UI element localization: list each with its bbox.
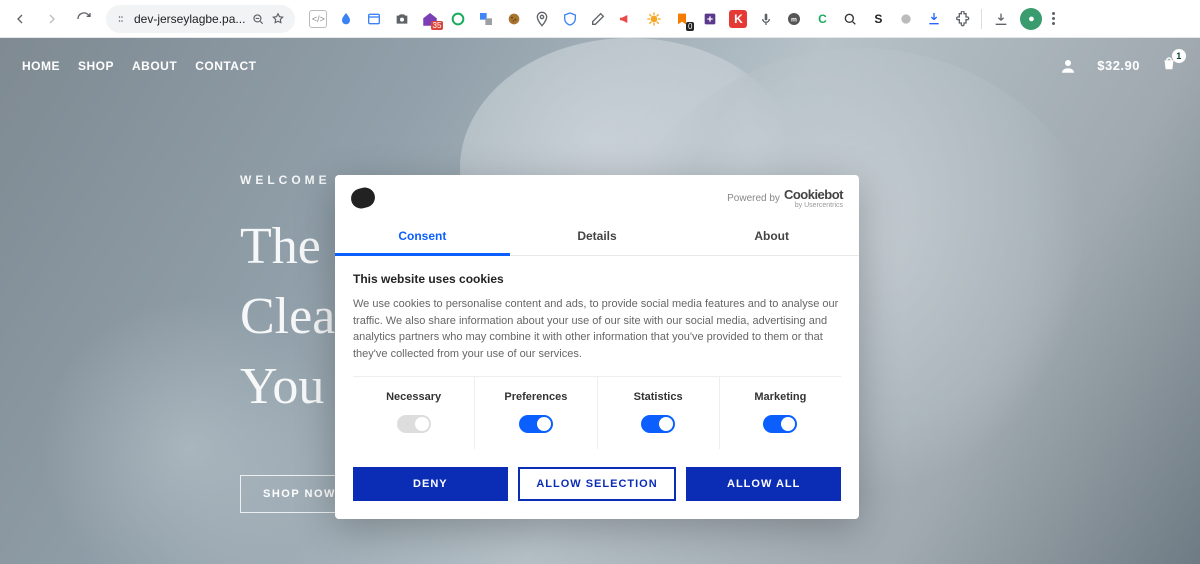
modal-tabs: Consent Details About bbox=[335, 219, 859, 256]
ext-edit-icon[interactable] bbox=[589, 10, 607, 28]
ext-download-blue-icon[interactable] bbox=[925, 10, 943, 28]
toggle-statistics[interactable] bbox=[641, 415, 675, 433]
url-text: dev-jerseylagbe.pa... bbox=[134, 12, 245, 26]
ext-search-icon[interactable] bbox=[841, 10, 859, 28]
ext-mic-icon[interactable] bbox=[757, 10, 775, 28]
allow-all-button[interactable]: ALLOW ALL bbox=[686, 467, 841, 501]
toggle-marketing[interactable] bbox=[763, 415, 797, 433]
powered-by: Powered by Cookiebotby Usercentrics bbox=[727, 187, 843, 209]
ext-green-circle-icon[interactable] bbox=[449, 10, 467, 28]
ext-megaphone-icon[interactable] bbox=[617, 10, 635, 28]
category-statistics: Statistics bbox=[598, 377, 720, 449]
toggle-preferences[interactable] bbox=[519, 415, 553, 433]
category-preferences: Preferences bbox=[475, 377, 597, 449]
category-label: Preferences bbox=[479, 391, 592, 403]
ext-red-k-icon[interactable]: K bbox=[729, 10, 747, 28]
ext-gear-orange-icon[interactable] bbox=[645, 10, 663, 28]
ext-orange-badge-icon[interactable]: 0 bbox=[673, 10, 691, 28]
ext-house-badge-icon[interactable]: 35 bbox=[421, 10, 439, 28]
address-bar[interactable]: dev-jerseylagbe.pa... bbox=[106, 5, 295, 33]
tab-consent[interactable]: Consent bbox=[335, 219, 510, 255]
deny-button[interactable]: DENY bbox=[353, 467, 508, 501]
back-button[interactable] bbox=[6, 5, 34, 33]
extensions-puzzle-icon[interactable] bbox=[953, 10, 971, 28]
ext-blue-drop-icon[interactable] bbox=[337, 10, 355, 28]
ext-devtools-icon[interactable]: </> bbox=[309, 10, 327, 28]
page-content: HOME SHOP ABOUT CONTACT $32.90 1 WELCOME… bbox=[0, 38, 1200, 564]
extensions-row: </> 35 0 K m C S bbox=[309, 10, 971, 28]
ext-cookie-icon[interactable] bbox=[505, 10, 523, 28]
toggle-necessary bbox=[397, 415, 431, 433]
category-marketing: Marketing bbox=[720, 377, 841, 449]
ext-orange-badge-count: 0 bbox=[686, 22, 694, 31]
category-label: Necessary bbox=[357, 391, 470, 403]
chrome-menu-icon[interactable] bbox=[1052, 12, 1055, 25]
modal-overlay: Powered by Cookiebotby Usercentrics Cons… bbox=[0, 38, 1200, 564]
ext-green-c-icon[interactable]: C bbox=[813, 10, 831, 28]
site-settings-icon bbox=[116, 13, 128, 25]
tab-about[interactable]: About bbox=[684, 219, 859, 255]
ext-location-icon[interactable] bbox=[533, 10, 551, 28]
category-label: Marketing bbox=[724, 391, 837, 403]
divider bbox=[981, 9, 982, 29]
ext-panel-icon[interactable] bbox=[365, 10, 383, 28]
ext-shield-icon[interactable] bbox=[561, 10, 579, 28]
ext-grey-circle-icon[interactable] bbox=[897, 10, 915, 28]
svg-text:m: m bbox=[791, 16, 797, 23]
brand-sub: by Usercentrics bbox=[784, 202, 843, 209]
category-label: Statistics bbox=[602, 391, 715, 403]
cookie-consent-modal: Powered by Cookiebotby Usercentrics Cons… bbox=[335, 175, 859, 519]
category-necessary: Necessary bbox=[353, 377, 475, 449]
tab-details[interactable]: Details bbox=[510, 219, 685, 255]
modal-text: We use cookies to personalise content an… bbox=[353, 296, 841, 362]
zoom-icon[interactable] bbox=[251, 12, 265, 26]
ext-house-badge-count: 35 bbox=[431, 21, 444, 30]
forward-button[interactable] bbox=[38, 5, 66, 33]
modal-buttons: DENY ALLOW SELECTION ALLOW ALL bbox=[335, 455, 859, 519]
modal-header: Powered by Cookiebotby Usercentrics bbox=[335, 175, 859, 219]
profile-avatar[interactable]: ● bbox=[1020, 8, 1042, 30]
ext-m-circle-icon[interactable]: m bbox=[785, 10, 803, 28]
reload-button[interactable] bbox=[70, 5, 98, 33]
browser-toolbar: dev-jerseylagbe.pa... </> 35 0 K m C S ● bbox=[0, 0, 1200, 38]
modal-title: This website uses cookies bbox=[353, 272, 841, 286]
cookie-categories: Necessary Preferences Statistics Marketi… bbox=[353, 376, 841, 449]
powered-label: Powered by bbox=[727, 193, 780, 204]
ext-camera-icon[interactable] bbox=[393, 10, 411, 28]
cookiebot-logo-icon bbox=[349, 185, 377, 211]
star-icon[interactable] bbox=[271, 12, 285, 26]
ext-purple-square-icon[interactable] bbox=[701, 10, 719, 28]
downloads-icon[interactable] bbox=[992, 10, 1010, 28]
ext-translate-icon[interactable] bbox=[477, 10, 495, 28]
modal-body: This website uses cookies We use cookies… bbox=[335, 256, 859, 455]
allow-selection-button[interactable]: ALLOW SELECTION bbox=[518, 467, 677, 501]
ext-s-icon[interactable]: S bbox=[869, 10, 887, 28]
brand-name: Cookiebot bbox=[784, 187, 843, 202]
